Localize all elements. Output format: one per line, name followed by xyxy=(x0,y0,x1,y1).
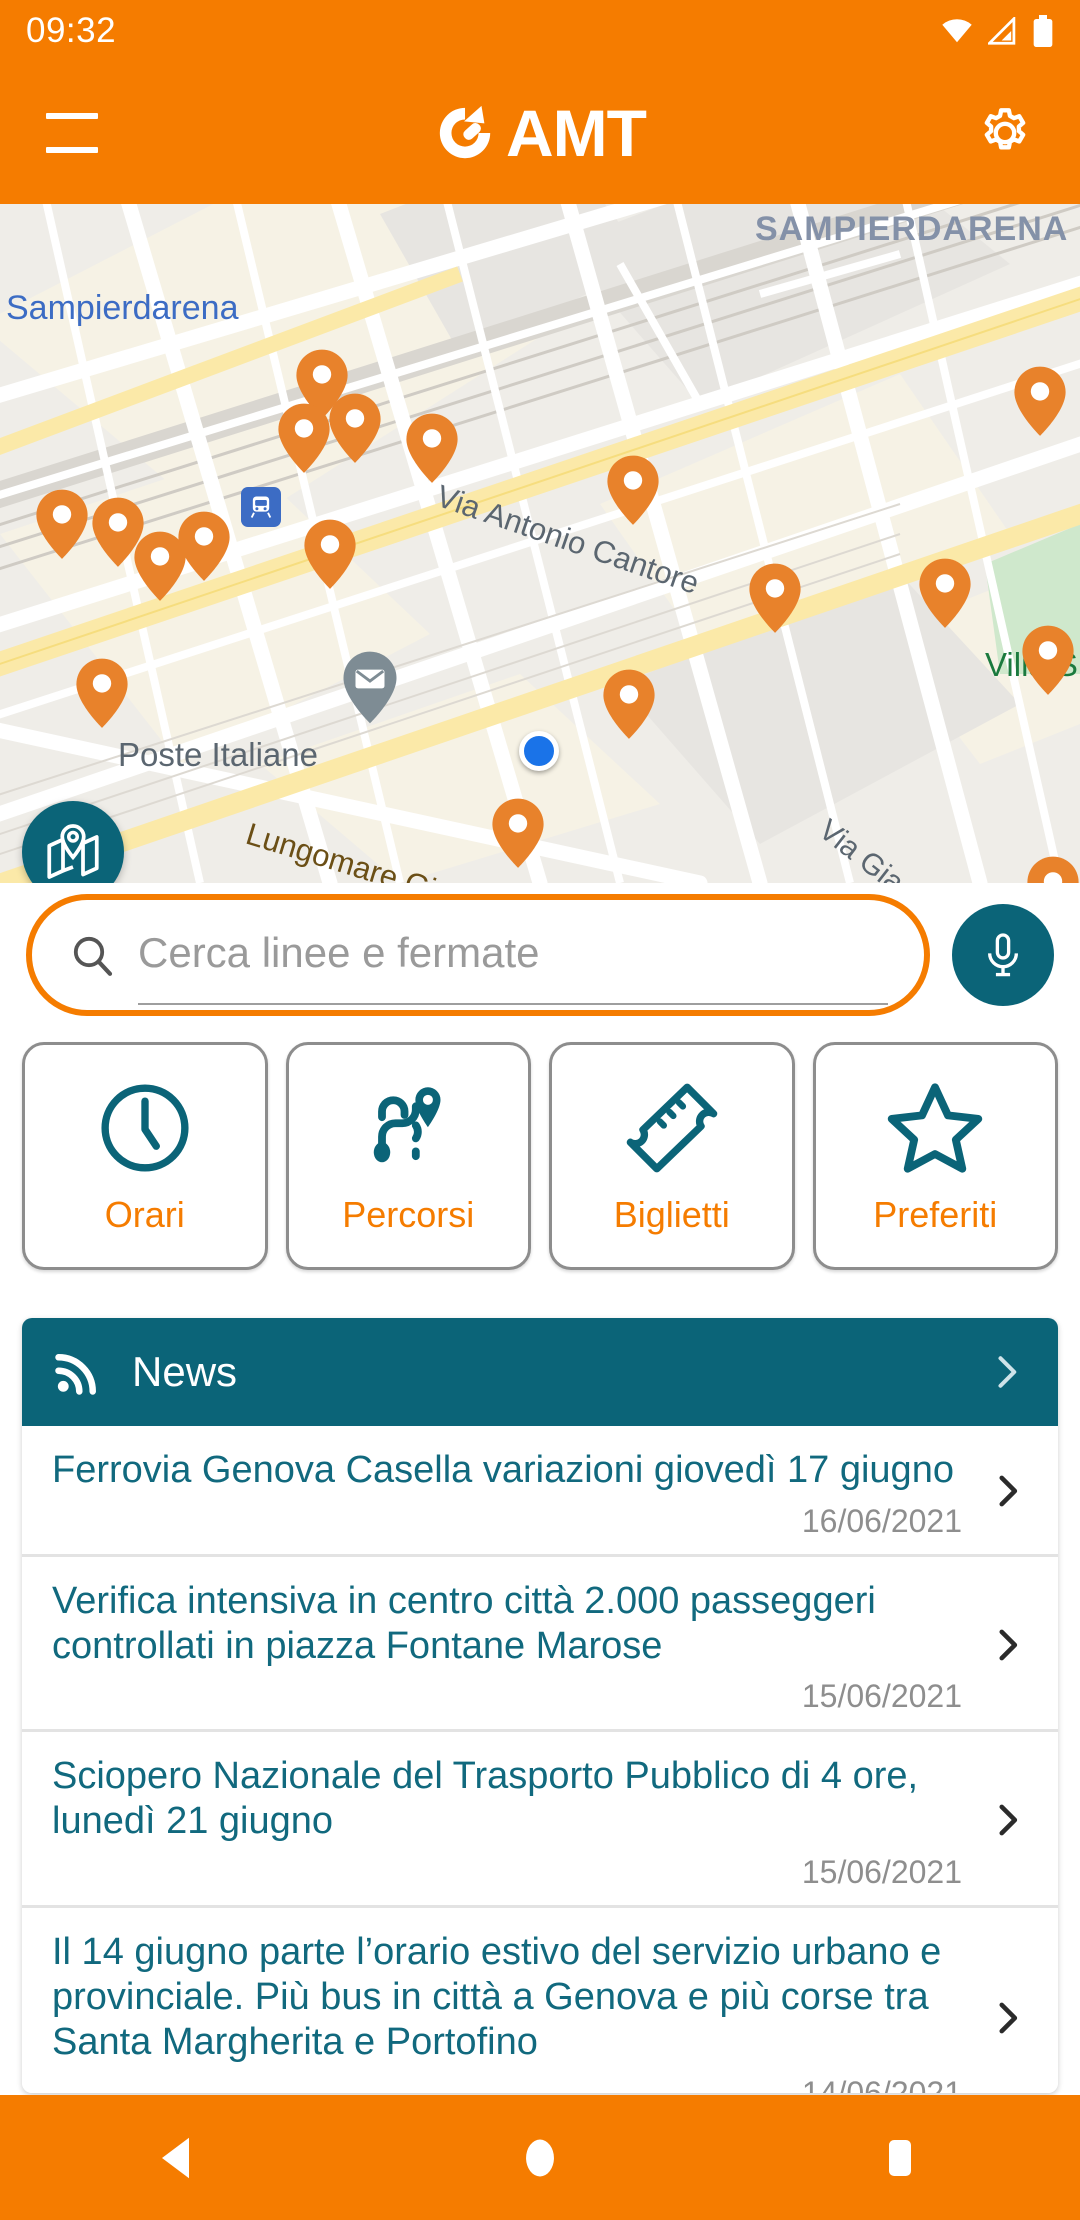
bus-stop-pin-icon[interactable] xyxy=(302,518,358,590)
bus-stop-pin-icon[interactable] xyxy=(74,657,130,729)
news-title: News xyxy=(132,1348,238,1395)
quick-action-percorsi[interactable]: Percorsi xyxy=(285,1042,531,1270)
bus-stop-pin-icon[interactable] xyxy=(490,797,546,869)
bus-stop-pin-icon[interactable] xyxy=(34,488,90,560)
quick-action-biglietti[interactable]: Biglietti xyxy=(549,1042,795,1270)
news-list-item[interactable]: Il 14 giugno parte l’orario estivo del s… xyxy=(22,1908,1058,2093)
search-box[interactable] xyxy=(26,894,930,1016)
nav-back-button[interactable] xyxy=(90,2095,270,2220)
chevron-right-icon[interactable] xyxy=(982,1799,1028,1846)
chevron-right-icon[interactable] xyxy=(982,1624,1028,1671)
chevron-right-icon[interactable] xyxy=(982,1997,1028,2044)
home-circle-icon xyxy=(526,2139,554,2176)
news-list-item[interactable]: Sciopero Nazionale del Trasporto Pubblic… xyxy=(22,1732,1058,1909)
rss-icon xyxy=(55,1354,96,1395)
map-with-pin-icon xyxy=(47,824,99,879)
quick-action-label: Preferiti xyxy=(873,1194,998,1235)
quick-action-label: Percorsi xyxy=(342,1194,475,1235)
wifi-icon xyxy=(942,19,972,43)
news-item-body: Verifica intensiva in centro città 2.000… xyxy=(52,1579,982,1716)
news-item-date: 14/06/2021 xyxy=(801,2074,962,2093)
news-item-date: 15/06/2021 xyxy=(801,1854,962,1891)
bus-stop-pin-icon[interactable] xyxy=(1020,624,1076,696)
chevron-right-icon[interactable] xyxy=(982,1470,1028,1517)
status-icons xyxy=(940,15,1054,47)
news-item-date: 15/06/2021 xyxy=(801,1678,962,1715)
hamburger-menu-icon[interactable] xyxy=(46,113,98,153)
nav-recents-button[interactable] xyxy=(810,2095,990,2220)
news-item-body: Ferrovia Genova Casella variazioni giove… xyxy=(52,1448,982,1540)
news-header[interactable]: News xyxy=(22,1318,1058,1426)
post-office-pin-icon[interactable] xyxy=(341,650,399,724)
user-location-dot-icon xyxy=(519,731,559,771)
voice-search-button[interactable] xyxy=(952,904,1054,1006)
news-item-date: 16/06/2021 xyxy=(801,1502,962,1539)
clock-icon xyxy=(101,1084,189,1172)
news-item-title: Il 14 giugno parte l’orario estivo del s… xyxy=(52,1931,942,2063)
bus-stop-pin-icon[interactable] xyxy=(605,454,661,526)
amt-logo: AMT xyxy=(434,95,647,171)
app-bar: AMT xyxy=(0,62,1080,204)
status-bar: 09:32 xyxy=(0,0,1080,62)
app-screen: 09:32 AMT Sampierdarena SAMPIERDARENA Po… xyxy=(0,0,1080,2220)
map-view[interactable]: Sampierdarena SAMPIERDARENA Poste Italia… xyxy=(0,204,1080,883)
star-icon xyxy=(888,1083,983,1173)
quick-action-orari[interactable]: Orari xyxy=(22,1042,268,1270)
quick-action-label: Biglietti xyxy=(613,1194,730,1235)
battery-icon xyxy=(1033,15,1053,47)
news-item-body: Sciopero Nazionale del Trasporto Pubblic… xyxy=(52,1754,982,1891)
news-item-title: Ferrovia Genova Casella variazioni giove… xyxy=(52,1449,954,1491)
bus-stop-pin-icon[interactable] xyxy=(404,412,460,484)
quick-actions-row: Orari Percorsi Biglietti Preferiti xyxy=(0,1042,1080,1270)
news-panel: News Ferrovia Genova Casella variazioni … xyxy=(22,1318,1058,2093)
bus-stop-pin-icon[interactable] xyxy=(1025,855,1080,883)
news-list: Ferrovia Genova Casella variazioni giove… xyxy=(22,1426,1058,2093)
chevron-right-icon[interactable] xyxy=(984,1350,1028,1394)
microphone-icon xyxy=(988,933,1018,977)
cellular-signal-icon xyxy=(988,17,1016,45)
status-time: 09:32 xyxy=(26,11,117,50)
bus-stop-pin-icon[interactable] xyxy=(1012,365,1068,437)
gear-icon[interactable] xyxy=(976,104,1034,162)
nav-home-button[interactable] xyxy=(450,2095,630,2220)
news-list-item[interactable]: Ferrovia Genova Casella variazioni giove… xyxy=(22,1426,1058,1557)
news-item-title: Verifica intensiva in centro città 2.000… xyxy=(52,1579,876,1667)
app-title: AMT xyxy=(506,96,647,170)
bus-stop-pin-icon[interactable] xyxy=(747,562,803,634)
search-row xyxy=(0,885,1080,1025)
news-item-title: Sciopero Nazionale del Trasporto Pubblic… xyxy=(52,1755,919,1843)
news-list-item[interactable]: Verifica intensiva in centro città 2.000… xyxy=(22,1557,1058,1733)
recents-square-icon xyxy=(889,2139,911,2176)
back-triangle-icon xyxy=(162,2137,189,2178)
route-icon xyxy=(374,1087,441,1163)
bus-stop-pin-icon[interactable] xyxy=(601,668,657,740)
bus-stop-pin-icon[interactable] xyxy=(276,402,332,474)
search-icon xyxy=(73,936,113,976)
search-input[interactable] xyxy=(138,929,888,1005)
bus-stop-pin-icon[interactable] xyxy=(176,510,232,582)
android-nav-bar xyxy=(0,2095,1080,2220)
train-station-icon xyxy=(241,487,281,527)
amt-swirl-logo-icon xyxy=(439,105,491,159)
quick-action-label: Orari xyxy=(104,1194,185,1235)
ticket-icon xyxy=(626,1083,718,1173)
bus-stop-pin-icon[interactable] xyxy=(327,392,383,464)
news-item-body: Il 14 giugno parte l’orario estivo del s… xyxy=(52,1930,982,2093)
bus-stop-pin-icon[interactable] xyxy=(917,557,973,629)
quick-action-preferiti[interactable]: Preferiti xyxy=(812,1042,1058,1270)
